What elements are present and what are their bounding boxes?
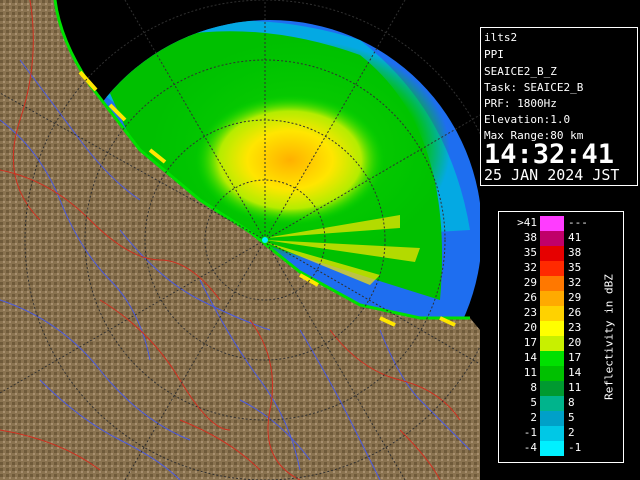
legend-low-value: 38 bbox=[523, 231, 537, 244]
legend-high-value: 38 bbox=[568, 246, 582, 259]
legend-low-value: 11 bbox=[523, 366, 537, 379]
legend-swatch bbox=[540, 231, 564, 246]
legend-swatch bbox=[540, 396, 564, 411]
legend-low-value: 32 bbox=[523, 261, 537, 274]
elevation-value: Elevation:1.0 bbox=[484, 113, 571, 126]
legend-swatch bbox=[540, 336, 564, 351]
legend-low-value: 23 bbox=[523, 306, 537, 319]
scan-date: 25 JAN 2024 JST bbox=[484, 166, 620, 184]
product-type: PPI bbox=[484, 48, 504, 61]
legend-high-value: 35 bbox=[568, 261, 582, 274]
info-panel: ilts2 PPI SEAICE2_B_Z Task: SEAICE2_B PR… bbox=[480, 27, 638, 186]
legend-high-value: 41 bbox=[568, 231, 582, 244]
legend-high-value: 32 bbox=[568, 276, 582, 289]
legend-high-value: 29 bbox=[568, 291, 582, 304]
legend-swatch bbox=[540, 381, 564, 396]
legend-high-value: -1 bbox=[568, 441, 582, 454]
legend-swatch bbox=[540, 411, 564, 426]
color-legend: >41 --- 38 41 35 38 32 35 29 32 26 29 23 26 20 23 17 20 14… bbox=[498, 211, 624, 463]
legend-high-value: 26 bbox=[568, 306, 582, 319]
legend-swatch bbox=[540, 291, 564, 306]
legend-low-value: 35 bbox=[523, 246, 537, 259]
prf-value: PRF: 1800Hz bbox=[484, 97, 557, 110]
legend-high-value: 11 bbox=[568, 381, 582, 394]
legend-low-value: 17 bbox=[523, 336, 537, 349]
legend-high-value: 23 bbox=[568, 321, 582, 334]
yellow-echo-core bbox=[195, 95, 385, 225]
radar-site-marker bbox=[262, 237, 268, 243]
legend-swatch bbox=[540, 426, 564, 441]
legend-swatch bbox=[540, 441, 564, 456]
legend-swatch bbox=[540, 261, 564, 276]
task-name: Task: SEAICE2_B bbox=[484, 81, 584, 94]
legend-swatch bbox=[540, 246, 564, 261]
legend-low-value: 14 bbox=[523, 351, 537, 364]
legend-high-value: 14 bbox=[568, 366, 582, 379]
field-name: SEAICE2_B_Z bbox=[484, 65, 557, 78]
legend-low-value: 20 bbox=[523, 321, 537, 334]
legend-swatch bbox=[540, 351, 564, 366]
legend-high-value: 5 bbox=[568, 411, 575, 424]
legend-high-value: 17 bbox=[568, 351, 582, 364]
legend-low-value: -1 bbox=[523, 426, 537, 439]
legend-low-value: 2 bbox=[530, 411, 537, 424]
radar-display: ilts2 PPI SEAICE2_B_Z Task: SEAICE2_B PR… bbox=[0, 0, 640, 480]
legend-low-value: 8 bbox=[530, 381, 537, 394]
legend-low-value: >41 bbox=[517, 216, 537, 229]
legend-swatch bbox=[540, 321, 564, 336]
legend-swatch bbox=[540, 216, 564, 231]
legend-low-value: 5 bbox=[530, 396, 537, 409]
legend-high-value: 8 bbox=[568, 396, 575, 409]
legend-high-value: --- bbox=[568, 216, 588, 229]
legend-low-value: 29 bbox=[523, 276, 537, 289]
legend-high-value: 20 bbox=[568, 336, 582, 349]
legend-swatch bbox=[540, 366, 564, 381]
legend-high-value: 2 bbox=[568, 426, 575, 439]
radar-ppi-map bbox=[0, 0, 480, 480]
legend-low-value: -4 bbox=[523, 441, 537, 454]
radar-name: ilts2 bbox=[484, 31, 518, 44]
legend-swatch bbox=[540, 276, 564, 291]
legend-low-value: 26 bbox=[523, 291, 537, 304]
legend-swatch bbox=[540, 306, 564, 321]
legend-title: Reflectivity in dBZ bbox=[602, 274, 616, 400]
